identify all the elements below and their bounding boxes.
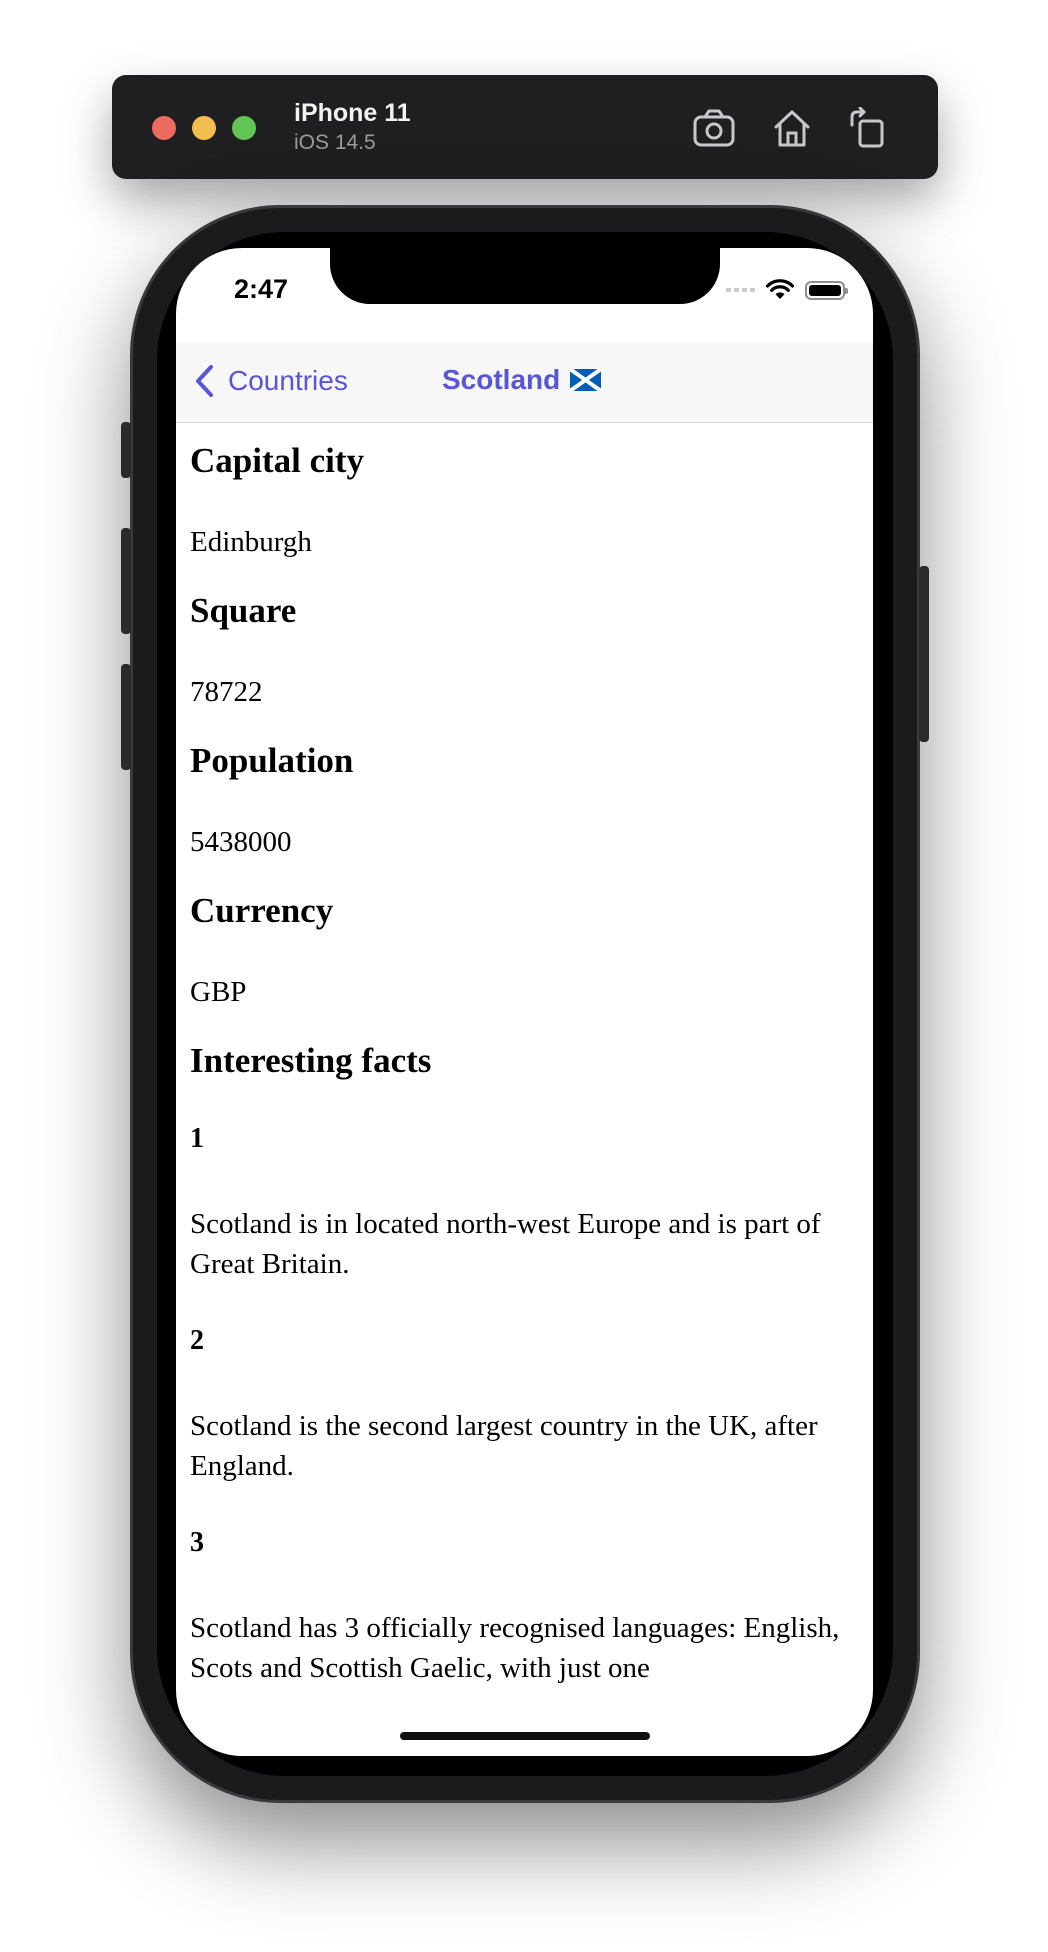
rotate-button[interactable] <box>846 106 890 149</box>
fact-text: Scotland is in located north-west Europe… <box>190 1208 821 1280</box>
fact-item: 3 Scotland has 3 officially recognised l… <box>190 1526 862 1688</box>
currency-heading: Currency <box>190 891 334 930</box>
screenshot-button[interactable] <box>692 107 736 149</box>
simulator-device-name: iPhone 11 <box>294 99 411 127</box>
scotland-flag-icon <box>570 369 602 391</box>
simulator-os-version: iOS 14.5 <box>294 131 376 154</box>
back-button[interactable]: Countries <box>194 364 348 398</box>
minimize-window-button[interactable] <box>192 116 216 140</box>
navigation-bar: Countries Scotland <box>176 342 873 423</box>
home-button[interactable] <box>770 107 814 149</box>
cellular-signal-icon <box>726 288 755 292</box>
simulator-toolbar: iPhone 11 iOS 14.5 <box>112 75 938 179</box>
zoom-window-button[interactable] <box>232 116 256 140</box>
square-heading: Square <box>190 591 297 630</box>
rotate-icon <box>850 106 884 148</box>
facts-heading: Interesting facts <box>190 1041 432 1080</box>
home-icon <box>774 110 810 147</box>
wifi-icon <box>765 279 795 301</box>
fact-text: Scotland is the second largest country i… <box>190 1410 818 1482</box>
fact-text: Scotland has 3 officially recognised lan… <box>190 1612 840 1684</box>
nav-title: Scotland <box>442 364 602 396</box>
population-heading: Population <box>190 741 354 780</box>
battery-level <box>809 284 841 296</box>
country-details: Capital city Edinburgh Square 78722 Popu… <box>190 422 862 1688</box>
capital-value: Edinburgh <box>190 526 312 558</box>
mute-switch <box>121 422 131 478</box>
population-value: 5438000 <box>190 826 292 858</box>
back-button-label: Countries <box>228 365 348 396</box>
volume-up-button <box>121 528 131 634</box>
fact-item: 2 Scotland is the second largest country… <box>190 1324 862 1486</box>
capital-heading: Capital city <box>190 441 365 480</box>
fact-item: 1 Scotland is in located north-west Euro… <box>190 1122 862 1284</box>
status-time: 2:47 <box>234 274 289 304</box>
home-indicator[interactable] <box>400 1732 650 1740</box>
fact-number: 3 <box>190 1527 204 1558</box>
currency-value: GBP <box>190 976 247 1008</box>
notch <box>330 248 720 304</box>
side-button <box>919 566 929 742</box>
nav-title-text: Scotland <box>442 364 561 395</box>
fact-number: 2 <box>190 1325 204 1356</box>
screenshot-icon <box>693 109 735 147</box>
close-window-button[interactable] <box>152 116 176 140</box>
battery-icon <box>805 280 848 300</box>
fact-number: 1 <box>190 1123 204 1154</box>
volume-down-button <box>121 664 131 770</box>
phone-screen: 2:47 Countries Scotland Capital city Edi… <box>176 248 873 1756</box>
chevron-left-icon <box>194 364 228 398</box>
status-icons <box>726 278 848 302</box>
square-value: 78722 <box>190 676 263 708</box>
